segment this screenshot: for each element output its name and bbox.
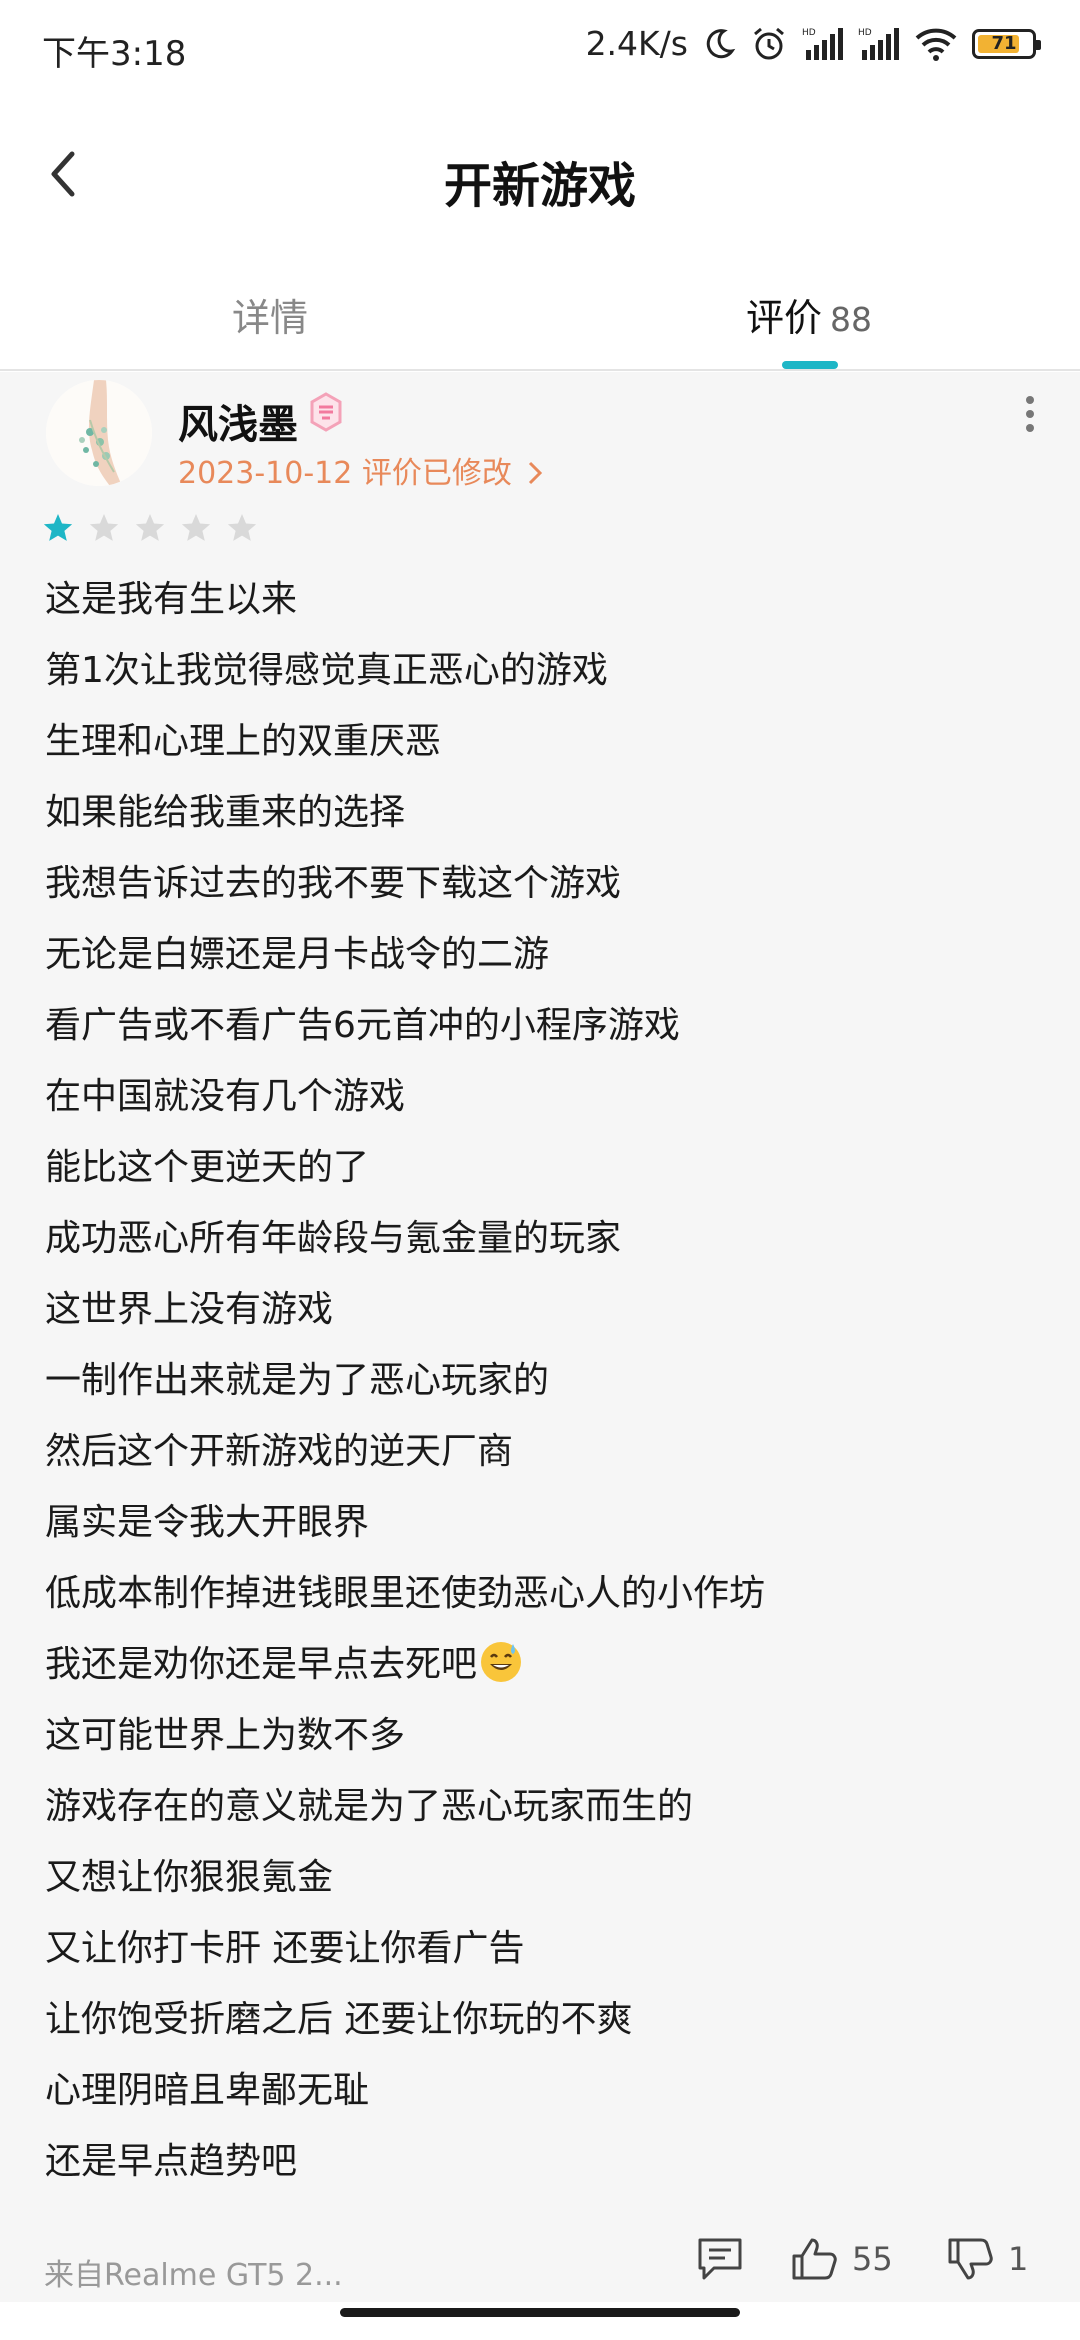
review-card: 风浅墨 2023-10-12 评价已修改 这是我有生以来第1次让我觉得感觉真正恶… — [0, 372, 1080, 2302]
battery-level: 71 — [991, 32, 1017, 54]
review-line: 心理阴暗且卑鄙无耻 — [45, 2070, 370, 2111]
review-line: 还是早点趋势吧 — [45, 2141, 298, 2182]
review-line: 低成本制作掉进钱眼里还使劲恶心人的小作坊 — [45, 1573, 766, 1614]
review-line: 然后这个开新游戏的逆天厂商 — [45, 1431, 514, 1472]
comment-button[interactable] — [696, 2236, 744, 2282]
comment-icon — [698, 2238, 742, 2280]
tab-details-label: 详情 — [232, 296, 309, 340]
star-empty-icon — [181, 514, 211, 541]
rating-stars — [42, 512, 258, 544]
review-line: 我还是劝你还是早点去死吧 — [45, 1629, 765, 1700]
review-line: 这可能世界上为数不多 — [45, 1715, 406, 1756]
status-icons: 2.4K/s HD HD 71 — [585, 24, 1041, 63]
device-label: 来自Realme GT5 2... — [44, 2258, 343, 2293]
network-speed: 2.4K/s — [585, 24, 688, 63]
alarm-icon — [750, 25, 788, 63]
battery-icon: 71 — [972, 28, 1041, 59]
more-vertical-icon — [1026, 396, 1034, 432]
svg-text:HD: HD — [802, 28, 816, 38]
tab-bar: 详情 评价 88 — [0, 245, 1080, 371]
review-line: 在中国就没有几个游戏 — [45, 1076, 406, 1117]
review-text: 这是我有生以来第1次让我觉得感觉真正恶心的游戏 生理和心理上的双重厌恶 如果能给我重… — [45, 564, 765, 2197]
review-count: 88 — [830, 300, 873, 339]
wifi-icon — [914, 26, 958, 62]
avatar[interactable] — [46, 380, 152, 486]
tab-reviews-label: 评价 — [746, 296, 823, 340]
review-line: 这世界上没有游戏 — [45, 1289, 334, 1330]
home-indicator[interactable] — [340, 2308, 740, 2317]
moon-icon — [702, 27, 736, 61]
tab-reviews[interactable]: 评价 88 — [746, 287, 872, 342]
status-bar: 下午3:18 2.4K/s HD HD 71 — [0, 0, 1080, 100]
star-empty-icon — [89, 514, 119, 541]
thumbs-down-icon — [948, 2238, 993, 2280]
review-line: 又想让你狠狠氪金 — [45, 1857, 334, 1898]
review-line: 游戏存在的意义就是为了恶心玩家而生的 — [45, 1786, 694, 1827]
review-line: 又让你打卡肝 还要让你看广告 — [45, 1928, 525, 1969]
review-footer: 来自Realme GT5 2... 55 1 — [0, 2226, 1080, 2306]
signal-hd-icon: HD — [858, 26, 900, 62]
review-line: 无论是白嫖还是月卡战令的二游 — [45, 934, 550, 975]
dislike-button[interactable]: 1 — [946, 2236, 1028, 2282]
more-options-button[interactable] — [1018, 392, 1042, 440]
review-line: 看广告或不看广告6元首冲的小程序游戏 — [45, 1005, 680, 1046]
tab-active-indicator — [782, 361, 838, 369]
star-empty-icon — [227, 514, 257, 541]
chevron-right-icon — [529, 461, 543, 485]
username[interactable]: 风浅墨 — [178, 392, 298, 450]
like-button[interactable]: 55 — [790, 2236, 893, 2282]
user-badge-icon — [306, 392, 346, 432]
review-date: 2023-10-12 评价已修改 — [178, 456, 512, 491]
review-line: 我想告诉过去的我不要下载这个游戏 — [45, 863, 622, 904]
svg-text:HD: HD — [858, 28, 872, 38]
review-line: 能比这个更逆天的了 — [45, 1147, 370, 1188]
review-line: 生理和心理上的双重厌恶 — [45, 721, 442, 762]
signal-hd-icon: HD — [802, 26, 844, 62]
review-line: 属实是令我大开眼界 — [45, 1502, 370, 1543]
star-filled-icon — [43, 514, 73, 541]
review-line: 这是我有生以来 — [45, 579, 298, 620]
sweat-smile-emoji-icon — [481, 1642, 522, 1682]
tab-details[interactable]: 详情 — [232, 287, 308, 342]
page-title: 开新游戏 — [443, 158, 636, 214]
star-empty-icon — [135, 514, 165, 541]
review-line: 第1次让我觉得感觉真正恶心的游戏 — [45, 650, 608, 691]
status-time: 下午3:18 — [42, 34, 187, 74]
app-header: 开新游戏 — [0, 110, 1080, 240]
like-count: 55 — [852, 2240, 893, 2278]
review-line: 一制作出来就是为了恶心玩家的 — [45, 1360, 550, 1401]
thumbs-up-icon — [792, 2238, 837, 2280]
review-line: 让你饱受折磨之后 还要让你玩的不爽 — [45, 1999, 633, 2040]
review-date-link[interactable]: 2023-10-12 评价已修改 — [178, 448, 545, 492]
dislike-count: 1 — [1008, 2240, 1029, 2278]
review-line: 如果能给我重来的选择 — [45, 792, 406, 833]
review-line: 成功恶心所有年龄段与氪金量的玩家 — [45, 1218, 622, 1259]
